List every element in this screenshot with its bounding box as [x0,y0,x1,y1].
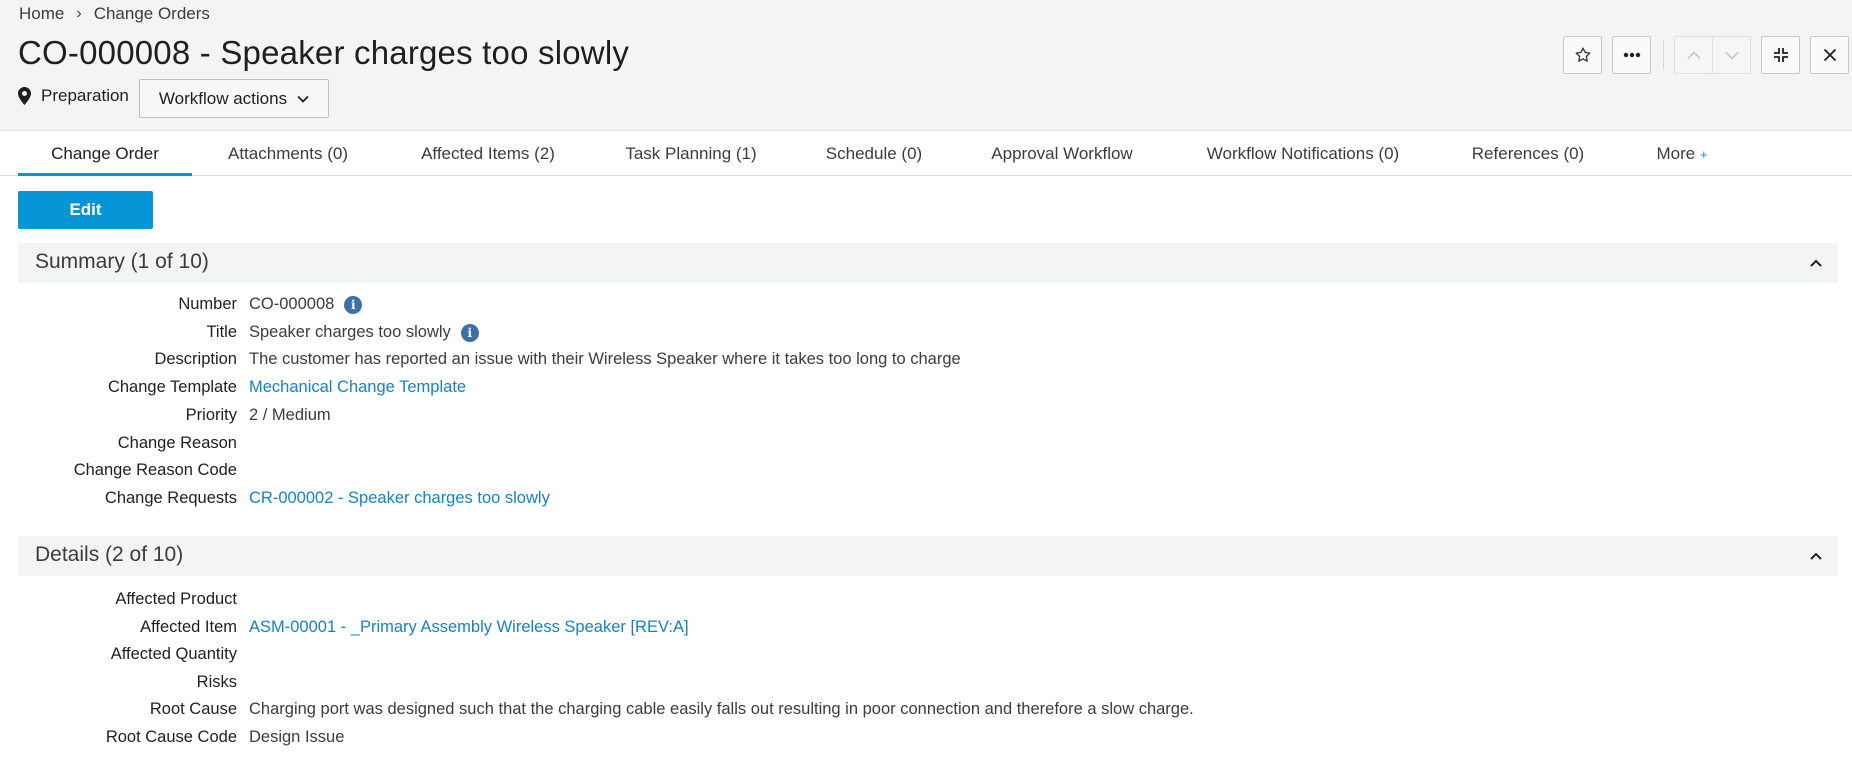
field-label: Root Cause [149,700,237,718]
field-change-reason: Change Reason [0,434,1852,460]
chevron-down-icon [297,95,309,103]
more-options-button[interactable] [1612,36,1651,74]
tab-more[interactable]: More + [1640,132,1724,176]
tab-references[interactable]: References (0) [1458,132,1598,176]
field-label: Change Requests [104,489,237,507]
toolbar-divider [1663,40,1664,70]
collapse-view-button[interactable] [1761,36,1800,74]
field-change-template: Change Template Mechanical Change Templa… [0,378,1852,404]
tab-task-planning[interactable]: Task Planning (1) [610,132,772,176]
collapse-icon [1773,48,1788,62]
breadcrumb-change-orders[interactable]: Change Orders [94,4,210,24]
title-value: Speaker charges too slowly [249,323,451,341]
field-change-reason-code: Change Reason Code [0,461,1852,487]
location-pin-icon [18,87,31,105]
field-label: Root Cause Code [105,728,237,746]
change-template-link[interactable]: Mechanical Change Template [249,378,466,397]
info-icon[interactable]: i [344,295,363,314]
details-section-header[interactable]: Details (2 of 10) [18,536,1838,576]
close-icon [1823,48,1836,62]
field-label: Affected Product [115,590,237,608]
field-description: Description The customer has reported an… [0,350,1852,376]
tab-approval-workflow[interactable]: Approval Workflow [976,132,1148,176]
field-affected-quantity: Affected Quantity [0,645,1852,671]
field-affected-item: Affected Item ASM-00001 - _Primary Assem… [0,618,1852,644]
field-label: Description [154,350,237,368]
field-label: Risks [196,673,237,691]
chevron-up-icon[interactable] [1808,255,1824,271]
section-title: Details (2 of 10) [35,543,184,566]
field-value: 2 / Medium [249,406,331,424]
change-request-link[interactable]: CR-000002 - Speaker charges too slowly [249,489,550,508]
tab-change-order[interactable]: Change Order [18,132,192,176]
star-icon [1575,47,1590,62]
chevron-up-icon[interactable] [1808,548,1824,564]
summary-section-header[interactable]: Summary (1 of 10) [18,243,1838,283]
number-value: CO-000008 [249,295,335,313]
field-label: Change Template [107,378,237,396]
plus-icon: + [1699,147,1708,162]
info-icon[interactable]: i [460,323,479,342]
field-value: Speaker charges too slowly i [249,323,479,342]
field-label: Title [206,323,237,341]
next-record-button[interactable] [1712,36,1751,74]
tab-schedule[interactable]: Schedule (0) [810,132,938,176]
previous-record-button[interactable] [1674,36,1713,74]
breadcrumb-home[interactable]: Home [19,4,64,24]
workflow-state-label: Preparation [41,86,129,105]
field-value: Charging port was designed such that the… [249,700,1194,718]
field-label: Priority [185,406,237,424]
section-title: Summary (1 of 10) [35,250,209,273]
field-number: Number CO-000008 i [0,295,1852,321]
field-value: CO-000008 i [249,295,363,314]
breadcrumb-separator: › [76,5,82,22]
tab-workflow-notifications[interactable]: Workflow Notifications (0) [1188,132,1418,176]
field-root-cause-code: Root Cause Code Design Issue [0,728,1852,754]
field-root-cause: Root Cause Charging port was designed su… [0,700,1852,726]
field-label: Change Reason Code [73,461,237,479]
tab-affected-items[interactable]: Affected Items (2) [406,132,570,176]
page-header: Home › Change Orders CO-000008 - Speaker… [0,0,1852,131]
field-label: Affected Quantity [110,645,237,663]
favorite-button[interactable] [1563,36,1602,74]
page-title: CO-000008 - Speaker charges too slowly [18,34,630,71]
tab-attachments[interactable]: Attachments (0) [208,132,368,176]
workflow-state: Preparation [18,86,129,106]
chevron-down-icon [1724,51,1739,60]
affected-item-link[interactable]: ASM-00001 - _Primary Assembly Wireless S… [249,618,689,637]
field-risks: Risks [0,673,1852,699]
tab-bar: Change Order Attachments (0) Affected It… [0,132,1852,176]
chevron-up-icon [1686,50,1701,59]
field-value: Design Issue [249,728,345,746]
field-value: The customer has reported an issue with … [249,350,961,368]
field-change-requests: Change Requests CR-000002 - Speaker char… [0,489,1852,515]
workflow-actions-label: Workflow actions [158,88,288,108]
field-label: Change Reason [117,434,237,452]
field-affected-product: Affected Product [0,590,1852,616]
field-label: Affected Item [140,618,237,636]
field-priority: Priority 2 / Medium [0,406,1852,432]
ellipsis-icon [1623,52,1640,58]
edit-button[interactable]: Edit [18,191,153,229]
breadcrumb: Home › Change Orders [19,4,210,24]
workflow-actions-button[interactable]: Workflow actions [139,79,329,118]
tab-more-label: More [1656,144,1696,163]
field-title: Title Speaker charges too slowly i [0,323,1852,349]
close-button[interactable] [1810,36,1849,74]
field-label: Number [178,295,237,313]
